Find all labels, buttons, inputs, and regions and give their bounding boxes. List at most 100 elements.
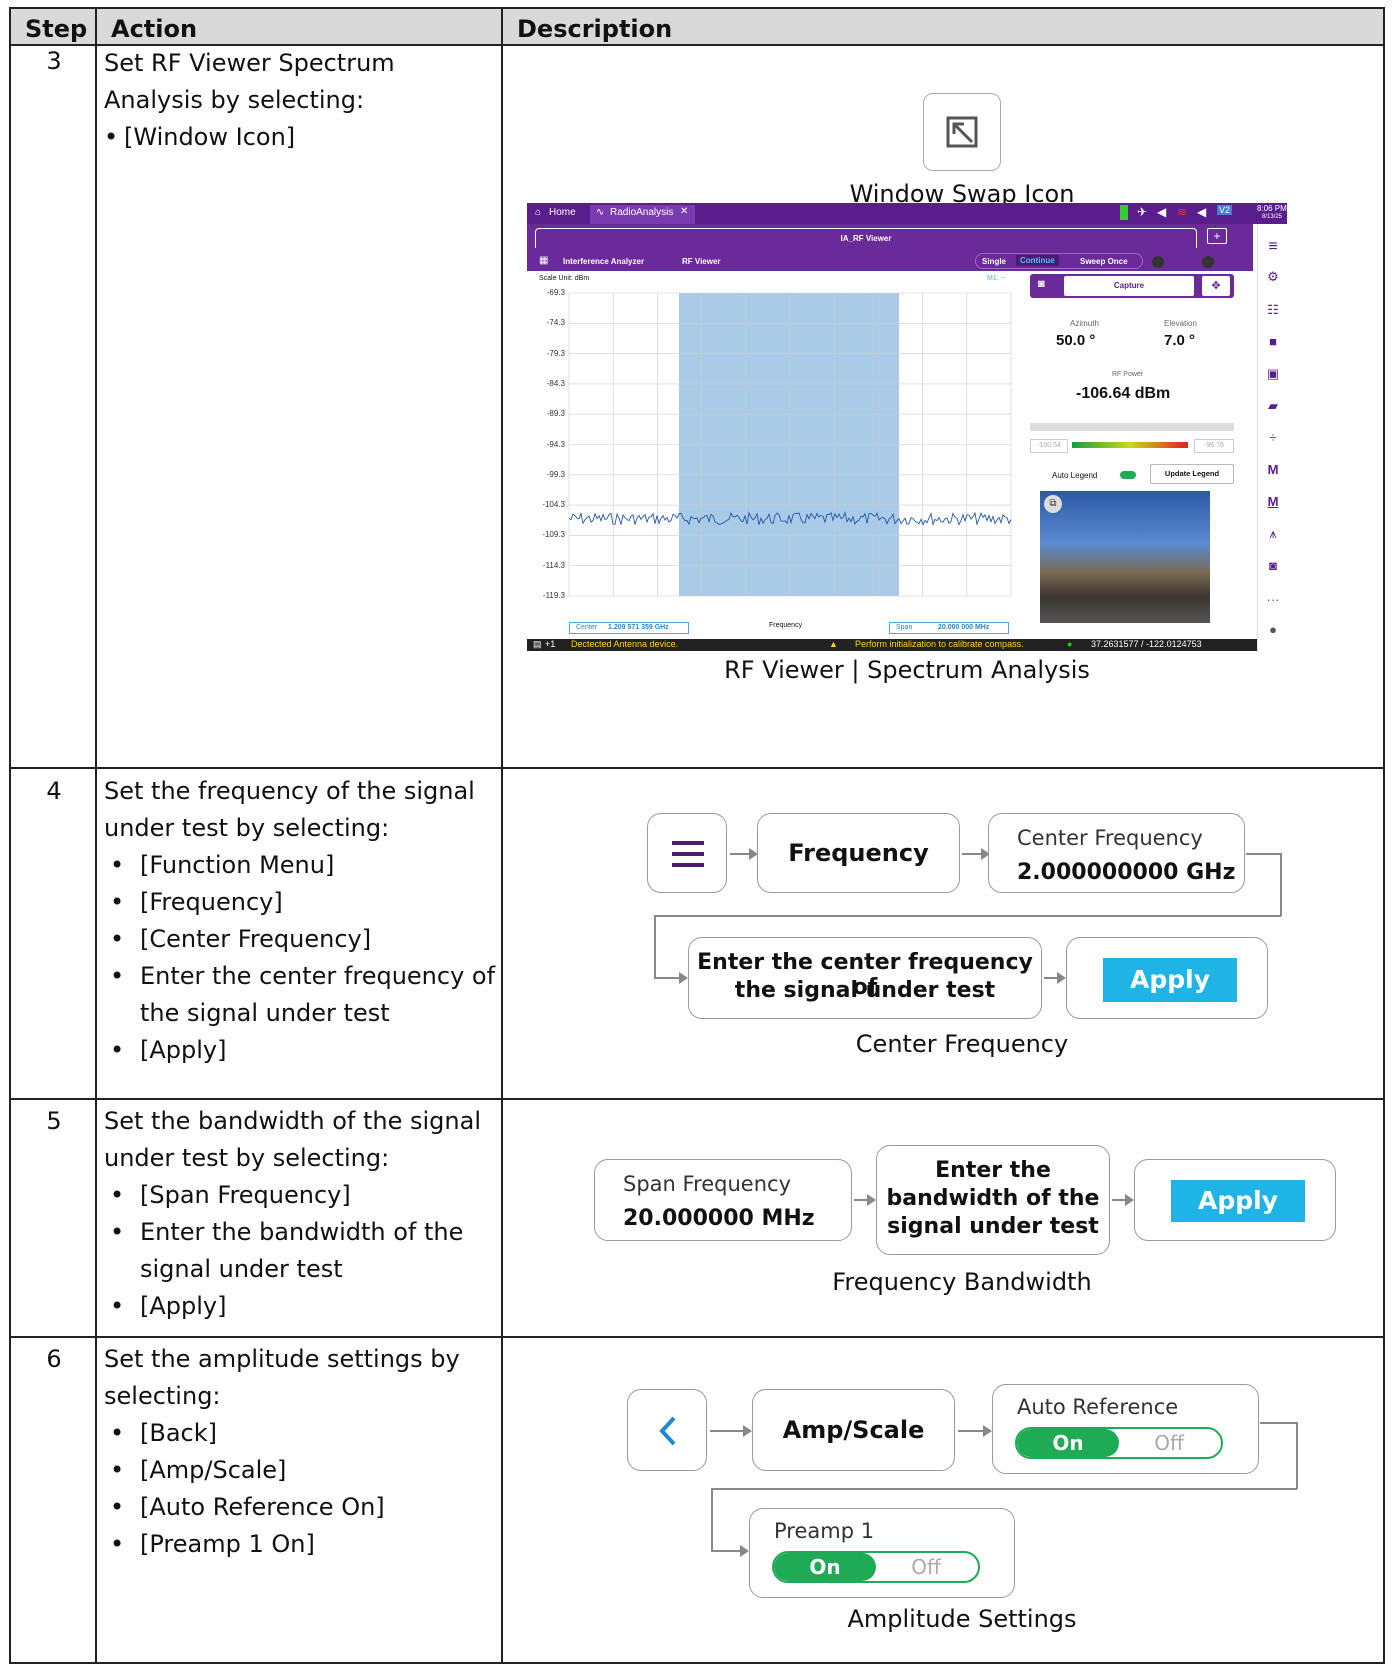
- toggle-off[interactable]: Off: [874, 1553, 978, 1581]
- preamp-toggle[interactable]: On Off: [772, 1551, 980, 1583]
- antenna-icon: ✈: [1137, 205, 1148, 219]
- flow-connector: [711, 1488, 713, 1551]
- apply-button[interactable]: Apply: [1103, 958, 1237, 1002]
- flow-arrow: [962, 849, 990, 859]
- add-window-button[interactable]: +: [1207, 228, 1227, 244]
- field-label: Center Frequency: [1017, 826, 1203, 850]
- close-icon[interactable]: ✕: [680, 206, 688, 217]
- marker-list-icon[interactable]: M: [1258, 494, 1287, 509]
- screenshot-caption: RF Viewer | Spectrum Analysis: [724, 656, 1090, 684]
- back-button[interactable]: [627, 1389, 707, 1471]
- capture-button[interactable]: Capture: [1064, 276, 1194, 296]
- toggle-on[interactable]: On: [774, 1553, 876, 1581]
- span-frequency-field[interactable]: Span Frequency 20.000000 MHz: [594, 1159, 852, 1241]
- amp-scale-button[interactable]: Amp/Scale: [752, 1389, 955, 1471]
- flow-arrow: [710, 1426, 752, 1436]
- span-frequency-box[interactable]: Span 20.000 000 MHz: [889, 622, 1009, 634]
- menu-app[interactable]: Interference Analyzer: [563, 257, 644, 266]
- legend-max[interactable]: -96.76: [1194, 439, 1234, 453]
- camera-icon[interactable]: ◙: [1258, 558, 1287, 573]
- toggle-off[interactable]: Off: [1117, 1429, 1221, 1457]
- step-text: Enter the: [935, 1158, 1051, 1183]
- hamburger-menu-icon[interactable]: ≡: [1258, 238, 1287, 256]
- notification-icon[interactable]: ▤: [533, 639, 542, 650]
- action-bullet: [Window Icon]: [104, 119, 504, 156]
- elevation-label: Elevation: [1164, 319, 1197, 328]
- save-icon[interactable]: ▣: [1258, 366, 1287, 382]
- top-bar: ⌂ Home ∿ RadioAnalysis ✕ ✈ ◀ ≋ ◀ V2 8:06…: [527, 203, 1287, 224]
- speaker-icon: ◀: [1157, 205, 1167, 219]
- x-axis-label: Frequency: [769, 622, 803, 629]
- apply-step[interactable]: Apply: [1066, 937, 1268, 1019]
- gps-coordinates: 37.2631577 / -122.0124753: [1091, 639, 1202, 649]
- window-swap-icon[interactable]: ⧉: [1044, 495, 1062, 513]
- home-icon[interactable]: ⌂: [535, 207, 541, 218]
- camera-icon[interactable]: ◙: [1038, 278, 1045, 290]
- info-panel: ◙ Capture ✥ Azimuth Elevation 50.0 ° 7.0…: [1030, 271, 1254, 639]
- marker-icon[interactable]: M: [1258, 462, 1287, 477]
- rf-power-value: -106.64 dBm: [1076, 385, 1171, 402]
- apply-step[interactable]: Apply: [1134, 1159, 1336, 1241]
- folder-icon[interactable]: ▰: [1258, 398, 1287, 414]
- frequency-button[interactable]: Frequency: [757, 813, 960, 893]
- menu-mode[interactable]: RF Viewer: [682, 257, 721, 266]
- button-label: Frequency: [788, 839, 929, 867]
- action-text: Set RF Viewer Spectrum: [104, 49, 395, 77]
- center-value: 1.209 571 359 GHz: [608, 624, 669, 631]
- sweep-control[interactable]: Single Continue Sweep Once: [975, 253, 1143, 269]
- enter-center-frequency-step[interactable]: Enter the center frequency of the signal…: [688, 937, 1042, 1019]
- sweep-once[interactable]: Sweep Once: [1080, 257, 1128, 266]
- app-header: IA_RF Viewer + ▦ Interference Analyzer R…: [527, 224, 1253, 271]
- center-frequency-field[interactable]: Center Frequency 2.000000000 GHz: [988, 813, 1245, 893]
- step-action: Set the frequency of the signal under te…: [104, 773, 504, 1069]
- auto-legend-toggle[interactable]: [1120, 471, 1136, 479]
- step-number: 3: [46, 47, 62, 75]
- function-menu-button[interactable]: [647, 813, 727, 893]
- spectrum-plot[interactable]: [527, 271, 1027, 639]
- help-icon[interactable]: ●: [1258, 622, 1287, 637]
- record-indicator: [1152, 256, 1164, 268]
- row-divider: [11, 1098, 1383, 1100]
- divide-icon[interactable]: ÷: [1258, 430, 1287, 445]
- flow-arrow: [958, 1426, 992, 1436]
- auto-reference-control[interactable]: Auto Reference On Off: [992, 1384, 1259, 1474]
- flow-connector: [711, 1488, 1297, 1490]
- step-action: Set RF Viewer Spectrum Analysis by selec…: [104, 45, 504, 156]
- auto-legend-label: Auto Legend: [1052, 471, 1098, 480]
- lock-icon[interactable]: ■: [1258, 334, 1287, 349]
- action-bullet-cont: the signal under test: [104, 995, 504, 1032]
- step-number: 6: [46, 1345, 62, 1373]
- action-text: signal under test: [140, 1255, 343, 1283]
- status-bar: ▤ +1 Dectected Antenna device. ▲ Perform…: [527, 639, 1257, 651]
- enter-bandwidth-step[interactable]: Enter the bandwidth of the signal under …: [876, 1145, 1110, 1255]
- preamp-control[interactable]: Preamp 1 On Off: [749, 1508, 1015, 1598]
- action-bullet: [Span Frequency]: [104, 1177, 504, 1214]
- more-icon[interactable]: ···: [1258, 592, 1287, 607]
- action-text: Analysis by selecting:: [104, 86, 365, 114]
- gear-icon[interactable]: ⚙: [1258, 269, 1287, 285]
- apps-grid-icon[interactable]: ▦: [539, 255, 548, 266]
- tab-radioanalysis[interactable]: ∿ RadioAnalysis ✕: [590, 205, 695, 224]
- peak-icon[interactable]: ⩚: [1258, 526, 1287, 542]
- grid-icon[interactable]: ☷: [1258, 302, 1287, 318]
- sweep-continue[interactable]: Continue: [1016, 255, 1059, 266]
- toggle-on[interactable]: On: [1017, 1429, 1119, 1457]
- move-icon[interactable]: ✥: [1202, 276, 1230, 296]
- action-bullet: Enter the bandwidth of the: [104, 1214, 504, 1251]
- camera-preview: ⧉: [1040, 491, 1210, 623]
- action-bullet-cont: signal under test: [104, 1251, 504, 1288]
- auto-reference-toggle[interactable]: On Off: [1015, 1427, 1223, 1459]
- color-legend: [1072, 442, 1188, 448]
- sweep-single[interactable]: Single: [982, 257, 1006, 266]
- update-legend-button[interactable]: Update Legend: [1150, 464, 1234, 484]
- header-step: Step: [25, 15, 88, 43]
- legend-min[interactable]: -100.54: [1030, 439, 1068, 453]
- center-frequency-box[interactable]: Center 1.209 571 359 GHz: [569, 622, 689, 634]
- apply-button[interactable]: Apply: [1171, 1180, 1305, 1222]
- center-label: Center: [576, 624, 598, 631]
- tab-home[interactable]: Home: [549, 207, 576, 218]
- rf-power-label: RF Power: [1112, 371, 1144, 378]
- action-bullet: [Preamp 1 On]: [104, 1526, 504, 1563]
- action-bullet: [Function Menu]: [104, 847, 504, 884]
- step-number: 5: [46, 1107, 62, 1135]
